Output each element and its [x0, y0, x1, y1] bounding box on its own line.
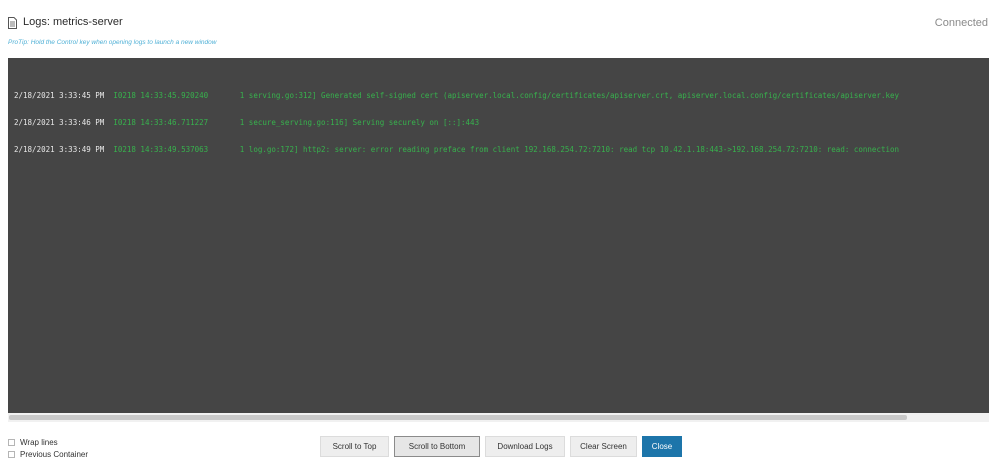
clear-screen-button[interactable]: Clear Screen [570, 436, 637, 457]
horizontal-scrollbar[interactable] [8, 413, 989, 422]
log-timestamp: 2/18/2021 3:33:49 PM [14, 145, 105, 154]
log-message: I0218 14:33:46.711227 1 secure_serving.g… [113, 118, 480, 127]
previous-container-option[interactable]: Previous Container [8, 448, 88, 460]
previous-container-checkbox[interactable] [8, 450, 15, 458]
wrap-lines-label: Wrap lines [20, 437, 58, 447]
close-button[interactable]: Close [642, 436, 682, 457]
log-line: 2/18/2021 3:33:45 PM I0218 14:33:45.9202… [14, 91, 899, 100]
previous-container-label: Previous Container [20, 449, 89, 459]
protip-text: ProTip: Hold the Control key when openin… [8, 39, 217, 46]
log-line: 2/18/2021 3:33:49 PM I0218 14:33:49.5370… [14, 145, 899, 154]
action-buttons: Scroll to Top Scroll to Bottom Download … [320, 436, 682, 457]
window-header: Logs: metrics-server [8, 16, 123, 29]
wrap-lines-option[interactable]: Wrap lines [8, 436, 88, 448]
logs-window: Logs: metrics-server Connected ProTip: H… [0, 0, 1000, 475]
scroll-to-bottom-button[interactable]: Scroll to Bottom [394, 436, 480, 457]
wrap-lines-checkbox[interactable] [8, 438, 15, 446]
log-output-panel[interactable]: 2/18/2021 3:33:45 PM I0218 14:33:45.9202… [8, 58, 989, 413]
log-line: 2/18/2021 3:33:46 PM I0218 14:33:46.7112… [14, 118, 899, 127]
download-logs-button[interactable]: Download Logs [485, 436, 565, 457]
scrollbar-thumb[interactable] [9, 415, 907, 420]
document-icon [8, 16, 17, 29]
log-message: I0218 14:33:49.537063 1 log.go:172] http… [113, 145, 900, 154]
log-lines: 2/18/2021 3:33:45 PM I0218 14:33:45.9202… [14, 73, 899, 172]
scroll-to-top-button[interactable]: Scroll to Top [320, 436, 389, 457]
log-message: I0218 14:33:45.920240 1 serving.go:312] … [113, 91, 900, 100]
connection-status: Connected [934, 17, 988, 29]
page-title: Logs: metrics-server [23, 16, 123, 28]
log-timestamp: 2/18/2021 3:33:46 PM [14, 118, 105, 127]
log-options: Wrap lines Previous Container [8, 436, 88, 460]
log-timestamp: 2/18/2021 3:33:45 PM [14, 91, 105, 100]
